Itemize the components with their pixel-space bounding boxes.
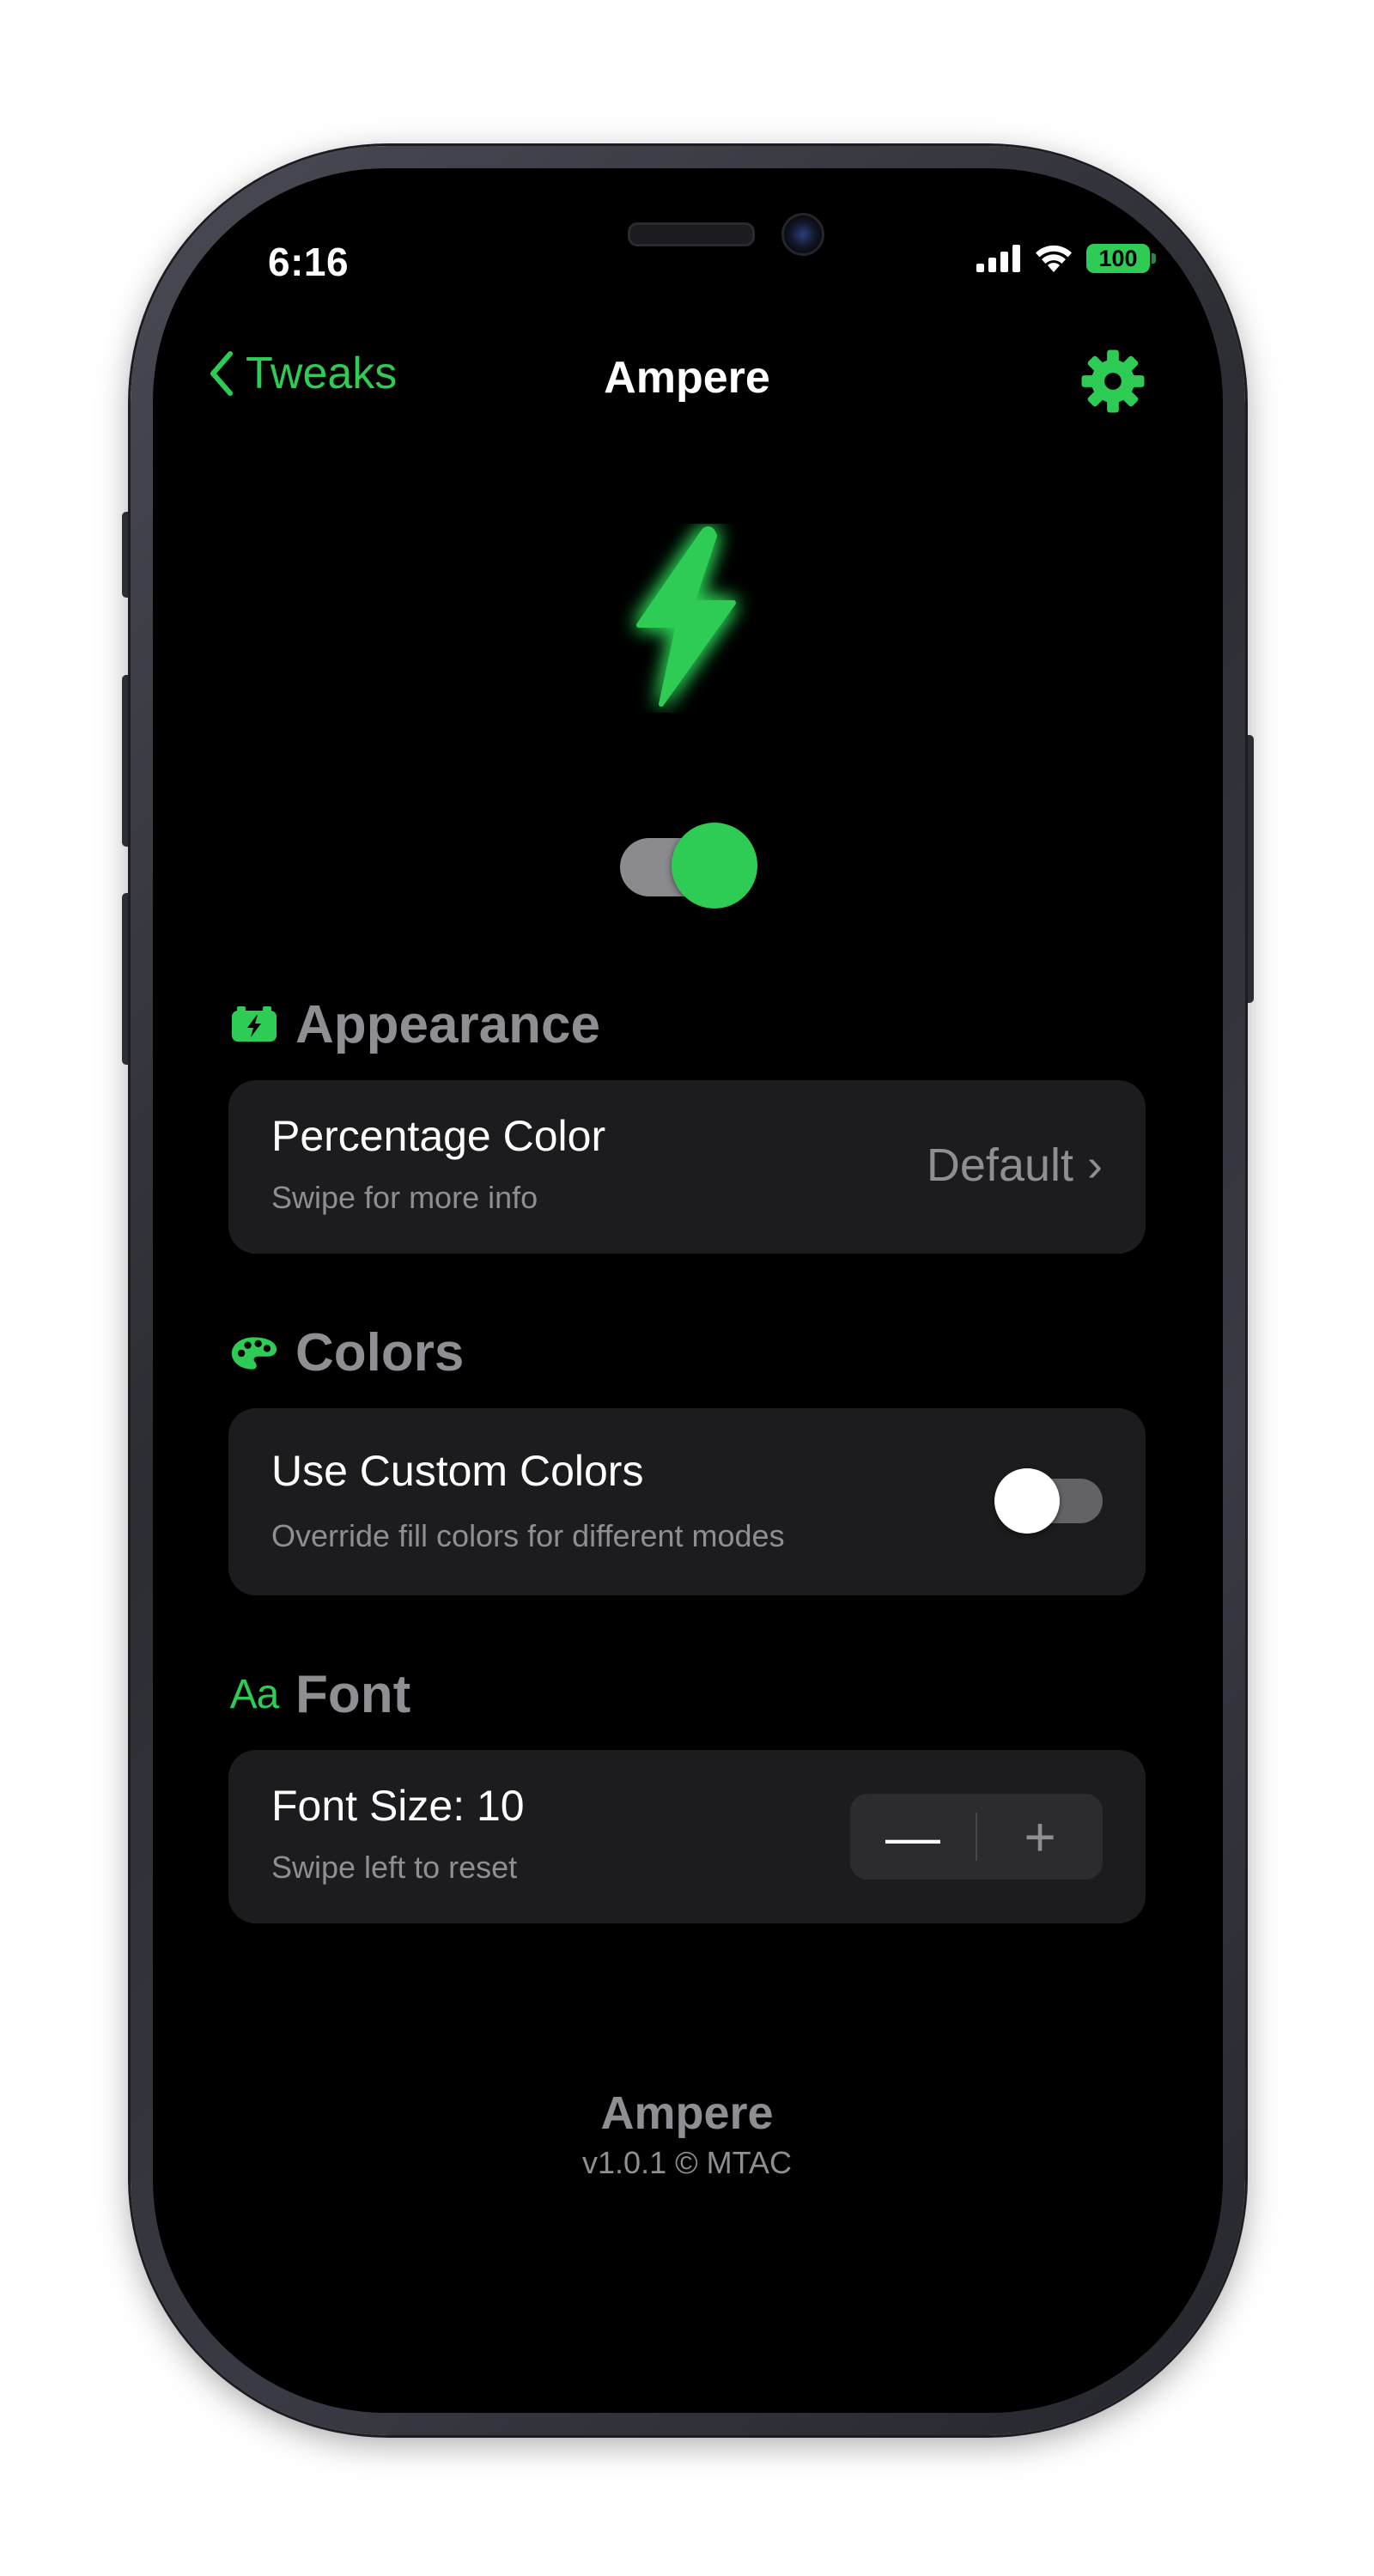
status-icons: 100 bbox=[976, 243, 1156, 274]
app-screen bbox=[153, 168, 1223, 2413]
back-label: Tweaks bbox=[246, 349, 398, 398]
row-title: Use Custom Colors bbox=[271, 1447, 644, 1495]
decrement-button[interactable]: — bbox=[850, 1794, 976, 1880]
page-title: Ampere bbox=[604, 353, 770, 403]
chevron-right-icon: › bbox=[1087, 1139, 1103, 1191]
wifi-icon bbox=[1036, 245, 1072, 272]
text-size-icon: Aa bbox=[229, 1671, 280, 1719]
front-camera bbox=[781, 213, 824, 256]
enable-tweak-toggle[interactable] bbox=[620, 823, 757, 908]
value-label: Default bbox=[926, 1139, 1074, 1191]
earpiece-speaker bbox=[628, 222, 755, 246]
back-button[interactable]: Tweaks bbox=[206, 348, 397, 399]
font-size-stepper: — + bbox=[850, 1794, 1103, 1880]
row-subtitle: Swipe left to reset bbox=[271, 1850, 518, 1885]
row-subtitle: Override fill colors for different modes bbox=[271, 1518, 785, 1553]
gear-icon[interactable] bbox=[1080, 349, 1146, 414]
toggle-knob bbox=[672, 823, 757, 908]
font-size-row: Font Size: 10 Swipe left to reset — + bbox=[228, 1750, 1146, 1923]
battery-icon: 100 bbox=[1086, 244, 1156, 273]
custom-colors-toggle[interactable] bbox=[994, 1468, 1103, 1534]
device-mockup: 6:16 100 Tweaks Ampere Appearance Percen… bbox=[0, 0, 1374, 2576]
battery-cap bbox=[1152, 253, 1156, 264]
battery-level: 100 bbox=[1086, 244, 1150, 273]
battery-bolt-icon bbox=[230, 1001, 278, 1049]
row-title: Percentage Color bbox=[271, 1112, 606, 1160]
colors-section-title: Colors bbox=[295, 1323, 465, 1382]
percentage-color-row[interactable]: Percentage Color Swipe for more info Def… bbox=[228, 1080, 1146, 1254]
toggle-knob bbox=[994, 1468, 1060, 1534]
colors-section-header: Colors bbox=[230, 1322, 464, 1383]
font-section-header: Aa Font bbox=[229, 1664, 411, 1725]
footer-app-name: Ampere bbox=[600, 2087, 774, 2139]
cellular-signal-icon bbox=[976, 245, 1020, 272]
chevron-left-icon bbox=[210, 351, 233, 396]
lightning-bolt-icon bbox=[636, 526, 736, 707]
appearance-section-title: Appearance bbox=[295, 995, 600, 1054]
percentage-color-value[interactable]: Default › bbox=[927, 1139, 1103, 1192]
font-section-title: Font bbox=[295, 1665, 411, 1724]
aa-glyph: Aa bbox=[229, 1672, 280, 1717]
row-subtitle: Swipe for more info bbox=[271, 1180, 538, 1215]
increment-button[interactable]: + bbox=[977, 1794, 1103, 1880]
palette-icon bbox=[230, 1329, 278, 1377]
row-title: Font Size: 10 bbox=[271, 1782, 525, 1830]
custom-colors-row: Use Custom Colors Override fill colors f… bbox=[228, 1408, 1146, 1595]
footer-version: v1.0.1 © MTAC bbox=[582, 2145, 792, 2180]
appearance-section-header: Appearance bbox=[230, 994, 600, 1055]
status-time: 6:16 bbox=[268, 240, 350, 284]
